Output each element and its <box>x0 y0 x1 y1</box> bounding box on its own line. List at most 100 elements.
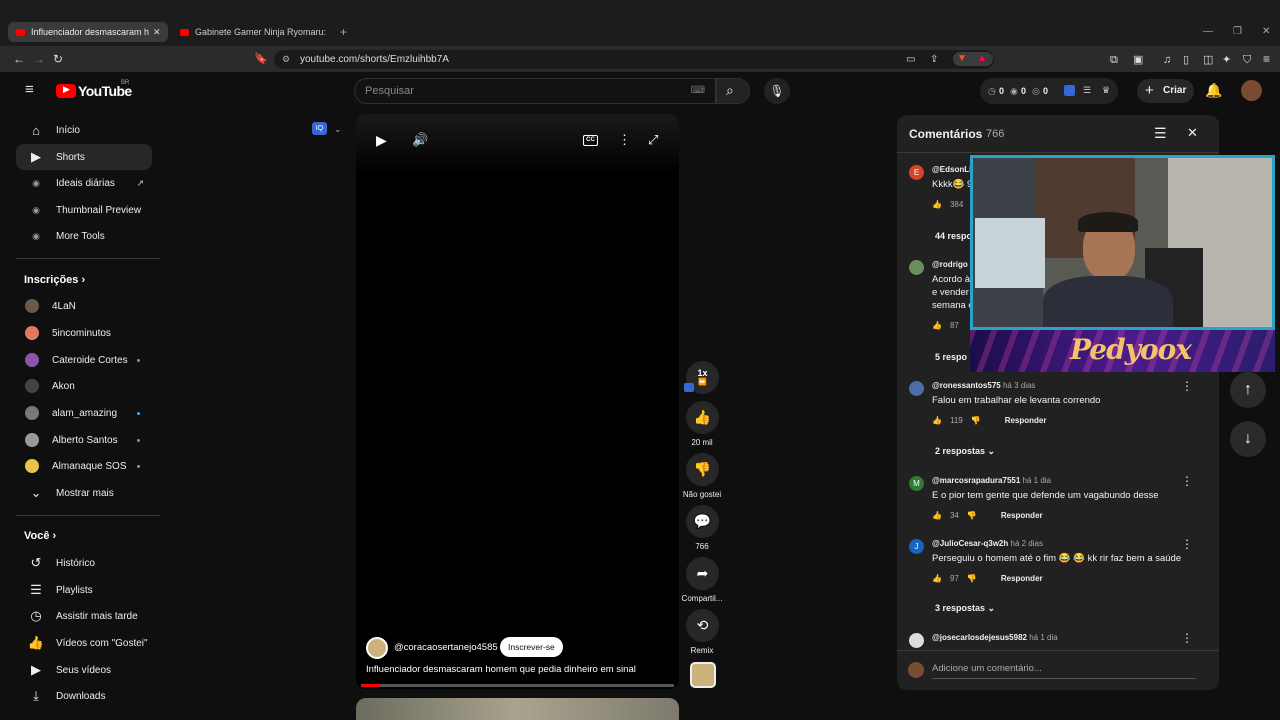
comment-menu-icon[interactable]: ⋮ <box>1181 379 1193 393</box>
progress-track[interactable] <box>361 684 674 687</box>
subscription-item[interactable]: Akon <box>16 373 152 399</box>
previous-short-button[interactable]: ↑ <box>1230 372 1266 408</box>
search-input[interactable]: Pesquisar ⌨ <box>354 78 716 104</box>
reply-button[interactable]: Responder <box>1001 574 1043 583</box>
comment-author[interactable]: @ronessantos575 há 3 dias <box>932 381 1035 390</box>
you-heading[interactable]: Você › <box>24 530 56 542</box>
sidebar-item-inicio[interactable]: ⌂ Início <box>16 117 152 143</box>
sidebar-item-watch-later[interactable]: ◷ Assistir mais tarde <box>16 603 152 629</box>
shorts-video-player[interactable]: ▶ 🔊 CC ⋮ ⤢ @coracaosertanejo4585 Inscrev… <box>356 114 679 689</box>
subscription-item[interactable]: 4LaN <box>16 293 152 319</box>
ai-assistant-icon[interactable]: ✦ <box>1222 53 1231 67</box>
url-field[interactable]: ⚙ youtube.com/shorts/Emzluihbb7A <box>274 50 994 69</box>
comment-avatar[interactable]: M <box>909 476 924 491</box>
thumbs-down-icon[interactable]: 👎 <box>971 416 981 425</box>
close-icon[interactable]: ✕ <box>1187 125 1198 141</box>
play-icon[interactable]: ▶ <box>376 132 387 149</box>
wallet-icon[interactable]: ◫ <box>1203 53 1213 67</box>
sidebar-item-more-tools[interactable]: ◉ More Tools <box>16 223 152 249</box>
close-tab-icon[interactable]: ✕ <box>153 27 161 38</box>
create-button[interactable]: + Criar <box>1137 79 1194 103</box>
comment-author[interactable]: @josecarlosdejesus5982 há 1 dia <box>932 633 1058 642</box>
sort-icon[interactable]: ☰ <box>1154 125 1167 142</box>
comment-avatar[interactable]: E <box>909 165 924 180</box>
thumbs-up-icon[interactable]: 👍 <box>932 321 942 330</box>
close-window-icon[interactable]: ✕ <box>1262 25 1270 39</box>
reply-button[interactable]: Responder <box>1001 511 1043 520</box>
maximize-icon[interactable]: ❐ <box>1233 25 1242 39</box>
channel-avatar[interactable] <box>366 637 388 659</box>
youtube-logo[interactable]: ▶ YouTube BR <box>56 80 146 99</box>
comment-author[interactable]: @EdsonLi <box>932 165 971 174</box>
captions-icon[interactable]: CC <box>583 135 598 146</box>
keyboard-icon[interactable]: ⌨ <box>691 79 705 103</box>
brave-shields-button[interactable]: ▼ ▲ <box>953 52 993 66</box>
sidebar-item-ideais-diarias[interactable]: ◉ Ideais diárias ↗ <box>16 170 152 196</box>
hamburger-menu-icon[interactable]: ≡ <box>25 82 34 97</box>
add-comment-input[interactable]: Adicione um comentário... <box>932 663 1196 679</box>
minimize-icon[interactable]: — <box>1203 25 1213 39</box>
tab-active[interactable]: Influenciador desmascaram hom ✕ <box>8 22 168 42</box>
vpn-shield-icon[interactable]: ⛉ <box>1243 53 1251 67</box>
volume-icon[interactable]: 🔊 <box>412 132 428 148</box>
subscription-item[interactable]: 5incominutos <box>16 320 152 346</box>
thumbs-down-icon[interactable]: 👎 <box>967 511 977 520</box>
comment-menu-icon[interactable]: ⋮ <box>1181 631 1193 645</box>
new-tab-button[interactable]: + <box>340 25 347 39</box>
sidebar-item-your-videos[interactable]: ▶ Seus vídeos <box>16 657 152 683</box>
comment-author[interactable]: @marcosrapadura7551 há 1 dia <box>932 476 1051 485</box>
next-short-preview[interactable] <box>356 698 679 720</box>
sidebar-item-historico[interactable]: ↺ Histórico <box>16 550 152 576</box>
cast-icon[interactable]: ▭ <box>906 53 915 67</box>
thumbs-up-icon[interactable]: 👍 <box>932 200 942 209</box>
comment-avatar[interactable] <box>909 260 924 275</box>
comment-author[interactable]: @rodrigo <box>932 260 968 269</box>
replies-toggle[interactable]: 5 respo <box>935 352 967 362</box>
replies-toggle[interactable]: 44 respo <box>935 231 972 241</box>
reply-button[interactable]: Responder <box>1005 416 1047 425</box>
subscription-item[interactable]: Cateroide Cortes <box>16 347 152 373</box>
share-button[interactable]: ➦ <box>686 557 719 590</box>
dislike-button[interactable]: 👎 <box>686 453 719 486</box>
remix-button[interactable]: ⟲ <box>686 609 719 642</box>
sidebar-item-liked-videos[interactable]: 👍 Vídeos com "Gostei" <box>16 630 152 656</box>
subscription-item[interactable]: Almanaque SOS <box>16 453 152 479</box>
forward-icon[interactable]: → <box>33 52 45 66</box>
tab-inactive[interactable]: Gabinete Gamer Ninja Ryomaru: O m <box>172 22 334 42</box>
menu-icon[interactable]: ≡ <box>1263 52 1270 66</box>
replies-toggle[interactable]: 3 respostas ⌄ <box>935 603 995 614</box>
subscription-item[interactable]: Alberto Santos <box>16 427 152 453</box>
sidebar-item-shorts[interactable]: ▶ Shorts <box>16 144 152 170</box>
notifications-bell-icon[interactable]: 🔔 <box>1205 83 1222 97</box>
share-page-icon[interactable]: ⇪ <box>930 53 938 67</box>
chevron-down-icon[interactable]: ⌄ <box>334 122 342 136</box>
next-short-button[interactable]: ↓ <box>1230 421 1266 457</box>
comments-button[interactable]: 💬 <box>686 505 719 538</box>
comment-menu-icon[interactable]: ⋮ <box>1181 537 1193 551</box>
show-more-button[interactable]: ⌄ Mostrar mais <box>16 480 152 506</box>
thumbs-down-icon[interactable]: 👎 <box>967 574 977 583</box>
replies-toggle[interactable]: 2 respostas ⌄ <box>935 446 995 457</box>
sidebar-icon[interactable]: ▯ <box>1183 53 1189 67</box>
audio-thumbnail[interactable] <box>690 662 716 688</box>
reload-icon[interactable]: ↻ <box>53 52 63 66</box>
subscriptions-heading[interactable]: Inscrições › <box>24 274 85 286</box>
channel-handle[interactable]: @coracaosertanejo4585 <box>394 642 498 653</box>
subscribe-button[interactable]: Inscrever-se <box>500 637 563 657</box>
comment-avatar[interactable] <box>909 633 924 648</box>
extensions-icon[interactable]: ⧉ <box>1110 53 1118 67</box>
thumbs-up-icon[interactable]: 👍 <box>932 574 942 583</box>
site-info-icon[interactable]: ⚙ <box>282 50 290 69</box>
like-button[interactable]: 👍 <box>686 401 719 434</box>
sidebar-item-downloads[interactable]: ⤓ Downloads <box>16 683 152 709</box>
back-icon[interactable]: ← <box>13 52 25 66</box>
thumbs-up-icon[interactable]: 👍 <box>932 416 942 425</box>
comment-avatar[interactable] <box>909 381 924 396</box>
comment-author[interactable]: @JulioCesar-q3w2h há 2 dias <box>932 539 1043 548</box>
iq-badge-icon[interactable]: IQ <box>312 122 327 135</box>
sidebar-item-playlists[interactable]: ☰ Playlists <box>16 577 152 603</box>
extension-stats-pill[interactable]: ◷ 0 ◉ 0 ◎ 0 ☰ ♛ <box>980 78 1118 104</box>
comment-avatar[interactable]: J <box>909 539 924 554</box>
comment-menu-icon[interactable]: ⋮ <box>1181 474 1193 488</box>
thumbs-up-icon[interactable]: 👍 <box>932 511 942 520</box>
